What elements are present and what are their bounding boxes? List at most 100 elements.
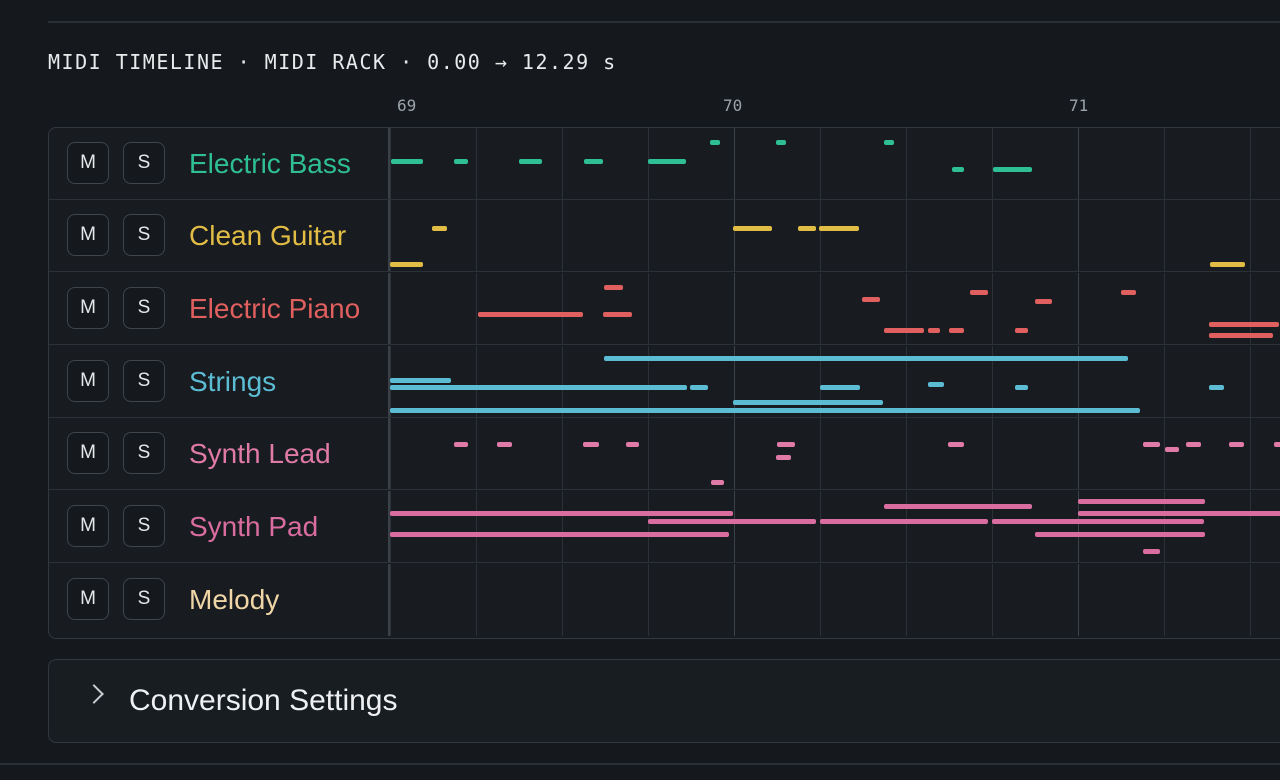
midi-note[interactable] — [1274, 442, 1280, 447]
solo-button[interactable]: S — [123, 432, 165, 474]
midi-note[interactable] — [1035, 532, 1205, 537]
track-row-electric-piano: M S Electric Piano — [49, 273, 1280, 345]
midi-note[interactable] — [884, 140, 894, 145]
solo-button[interactable]: S — [123, 287, 165, 329]
midi-note[interactable] — [993, 167, 1032, 172]
midi-note[interactable] — [432, 226, 447, 231]
note-lane[interactable] — [390, 200, 1280, 271]
mute-button[interactable]: M — [67, 142, 109, 184]
midi-note[interactable] — [1229, 442, 1244, 447]
midi-note[interactable] — [584, 159, 603, 164]
midi-note[interactable] — [1015, 385, 1028, 390]
midi-note[interactable] — [391, 159, 423, 164]
midi-note[interactable] — [776, 455, 791, 460]
midi-note[interactable] — [948, 442, 964, 447]
midi-note[interactable] — [928, 382, 944, 387]
midi-note[interactable] — [604, 285, 623, 290]
midi-note[interactable] — [1143, 549, 1160, 554]
midi-note[interactable] — [1143, 442, 1160, 447]
grid-line — [992, 128, 993, 199]
midi-note[interactable] — [820, 385, 860, 390]
track-row-clean-guitar: M S Clean Guitar — [49, 200, 1280, 272]
midi-note[interactable] — [454, 442, 468, 447]
midi-note[interactable] — [1121, 290, 1136, 295]
track-row-synth-lead: M S Synth Lead — [49, 418, 1280, 490]
midi-note[interactable] — [390, 378, 451, 383]
midi-note[interactable] — [711, 480, 724, 485]
midi-note[interactable] — [733, 400, 883, 405]
midi-note[interactable] — [1209, 322, 1279, 327]
midi-note[interactable] — [519, 159, 542, 164]
midi-note[interactable] — [390, 385, 687, 390]
midi-note[interactable] — [992, 519, 1204, 524]
grid-line — [1250, 200, 1251, 271]
midi-note[interactable] — [1015, 328, 1028, 333]
midi-note[interactable] — [733, 226, 772, 231]
note-lane[interactable] — [390, 491, 1280, 562]
solo-button[interactable]: S — [123, 142, 165, 184]
midi-note[interactable] — [777, 442, 795, 447]
midi-note[interactable] — [497, 442, 512, 447]
midi-note[interactable] — [862, 297, 880, 302]
midi-note[interactable] — [478, 312, 583, 317]
midi-note[interactable] — [1186, 442, 1201, 447]
mute-button[interactable]: M — [67, 214, 109, 256]
midi-note[interactable] — [1210, 262, 1245, 267]
track-name: Electric Bass — [189, 148, 351, 179]
midi-note[interactable] — [648, 519, 816, 524]
mute-button[interactable]: M — [67, 287, 109, 329]
solo-button[interactable]: S — [123, 578, 165, 620]
mute-button[interactable]: M — [67, 360, 109, 402]
midi-note[interactable] — [776, 140, 786, 145]
midi-note[interactable] — [390, 408, 1140, 413]
midi-note[interactable] — [390, 262, 423, 267]
midi-note[interactable] — [710, 140, 720, 145]
track-name: Synth Pad — [189, 511, 319, 542]
solo-button[interactable]: S — [123, 360, 165, 402]
track-header: M S Melody — [49, 564, 390, 636]
conversion-settings-toggle[interactable]: Conversion Settings — [48, 659, 1280, 743]
midi-note[interactable] — [798, 226, 816, 231]
midi-note[interactable] — [1035, 299, 1052, 304]
midi-note[interactable] — [884, 328, 924, 333]
grid-line — [476, 128, 477, 199]
midi-note[interactable] — [1078, 511, 1280, 516]
grid-line — [734, 200, 735, 271]
midi-note[interactable] — [390, 511, 733, 516]
grid-line — [734, 273, 735, 344]
mute-button[interactable]: M — [67, 432, 109, 474]
midi-note[interactable] — [583, 442, 599, 447]
midi-note[interactable] — [648, 159, 686, 164]
grid-line — [820, 418, 821, 489]
midi-note[interactable] — [390, 532, 729, 537]
note-lane[interactable] — [390, 418, 1280, 489]
midi-note[interactable] — [952, 167, 964, 172]
midi-note[interactable] — [1165, 447, 1179, 452]
timeline-header: MIDI TIMELINE · MIDI RACK · 0.00 → 12.29… — [48, 50, 617, 74]
midi-note[interactable] — [604, 356, 1128, 361]
note-lane[interactable] — [390, 564, 1280, 636]
solo-button[interactable]: S — [123, 505, 165, 547]
midi-note[interactable] — [949, 328, 964, 333]
midi-note[interactable] — [690, 385, 708, 390]
mute-button[interactable]: M — [67, 578, 109, 620]
midi-note[interactable] — [1209, 333, 1273, 338]
grid-line — [562, 346, 563, 417]
note-lane[interactable] — [390, 346, 1280, 417]
midi-note[interactable] — [884, 504, 1032, 509]
note-lane[interactable] — [390, 273, 1280, 344]
midi-note[interactable] — [970, 290, 988, 295]
midi-note[interactable] — [454, 159, 468, 164]
midi-note[interactable] — [603, 312, 632, 317]
midi-note[interactable] — [1209, 385, 1224, 390]
midi-note[interactable] — [626, 442, 639, 447]
midi-note[interactable] — [1078, 499, 1205, 504]
track-header: M S Clean Guitar — [49, 200, 390, 271]
note-lane[interactable] — [390, 128, 1280, 199]
midi-note[interactable] — [928, 328, 940, 333]
ruler-label: 69 — [397, 96, 417, 115]
midi-note[interactable] — [820, 519, 988, 524]
midi-note[interactable] — [819, 226, 859, 231]
mute-button[interactable]: M — [67, 505, 109, 547]
solo-button[interactable]: S — [123, 214, 165, 256]
